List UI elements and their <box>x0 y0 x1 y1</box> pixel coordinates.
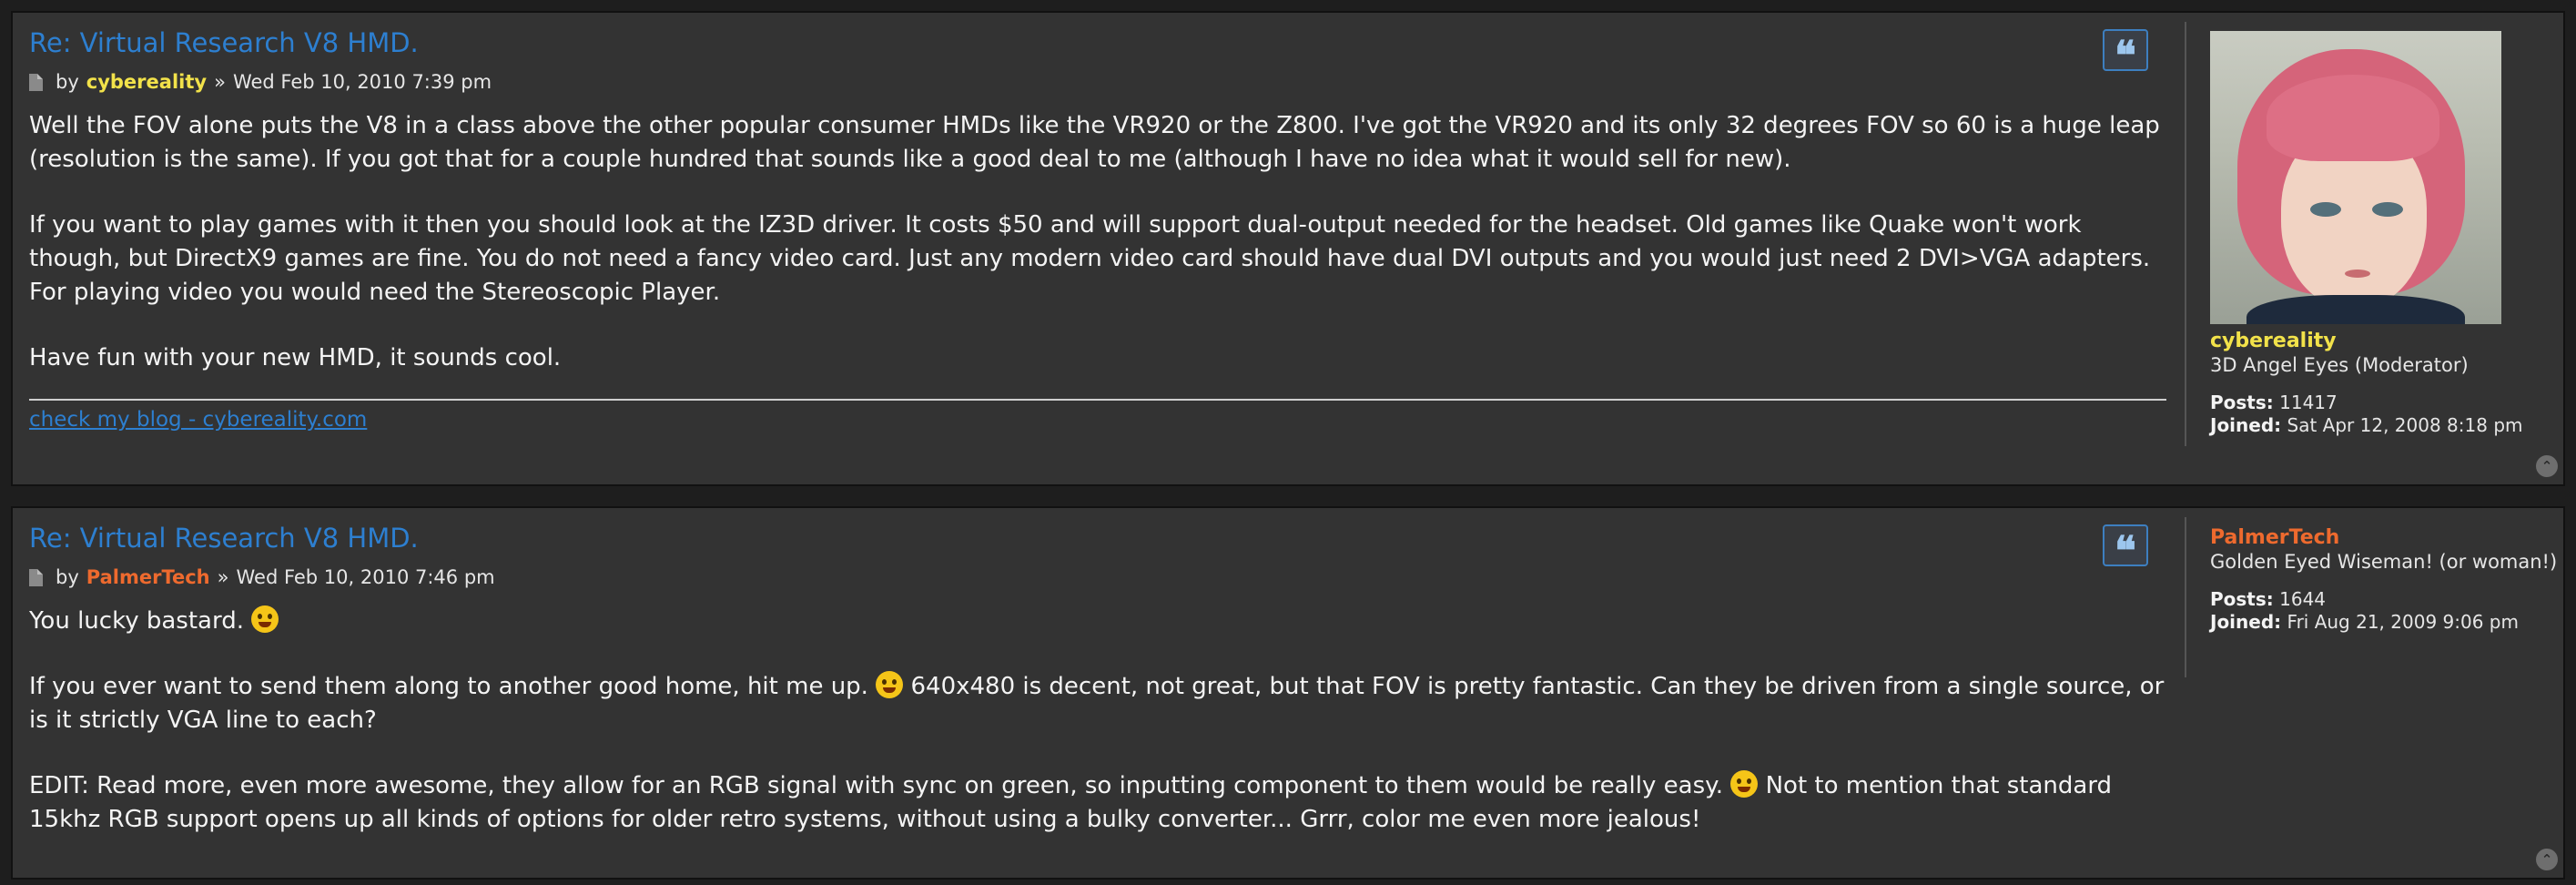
signature-divider <box>29 399 2166 401</box>
byline-by-label: by <box>56 71 79 93</box>
profile-rank: Golden Eyed Wiseman! (or woman!) <box>2210 551 2558 573</box>
author-profile: cybereality 3D Angel Eyes (Moderator) Po… <box>2185 22 2558 446</box>
post-palmertech: Re: Virtual Research V8 HMD. by PalmerTe… <box>11 506 2565 880</box>
paragraph-text: If you ever want to send them along to a… <box>29 673 868 700</box>
post-paragraph: If you ever want to send them along to a… <box>29 670 2166 738</box>
paragraph-text: You lucky bastard. <box>29 607 244 635</box>
profile-username-link[interactable]: PalmerTech <box>2210 526 2558 550</box>
byline-separator: » <box>214 71 226 93</box>
post-byline: by cybereality » Wed Feb 10, 2010 7:39 p… <box>29 69 2166 95</box>
posts-count: 1644 <box>2279 588 2327 610</box>
avatar[interactable] <box>2210 31 2501 324</box>
post-content: Well the FOV alone puts the V8 in a clas… <box>29 109 2166 375</box>
profile-stats: Posts: 1644 Joined: Fri Aug 21, 2009 9:0… <box>2210 588 2558 634</box>
post-title-link[interactable]: Re: Virtual Research V8 HMD. <box>29 521 2166 555</box>
post-paragraph: You lucky bastard. <box>29 605 2166 638</box>
author-link[interactable]: cybereality <box>86 69 207 95</box>
profile-rank: 3D Angel Eyes (Moderator) <box>2210 354 2469 376</box>
wink-smiley-icon <box>876 671 904 698</box>
post-body: Re: Virtual Research V8 HMD. by PalmerTe… <box>29 521 2166 837</box>
author-profile: PalmerTech Golden Eyed Wiseman! (or woma… <box>2185 517 2558 677</box>
quote-button[interactable]: ❝ <box>2103 524 2148 572</box>
profile-username-link[interactable]: cybereality <box>2210 330 2558 353</box>
joined-date: Fri Aug 21, 2009 9:06 pm <box>2287 611 2519 633</box>
quote-icon: ❝ <box>2115 528 2136 575</box>
post-paragraph: If you want to play games with it then y… <box>29 211 2151 306</box>
quote-icon: ❝ <box>2115 33 2136 79</box>
post-content: You lucky bastard. If you ever want to s… <box>29 605 2166 837</box>
quote-button[interactable]: ❝ <box>2103 29 2148 76</box>
joined-label: Joined: <box>2210 611 2282 633</box>
post-byline: by PalmerTech » Wed Feb 10, 2010 7:46 pm <box>29 565 2166 590</box>
back-to-top-glyph: ⌃ <box>2541 851 2553 868</box>
post-paragraph: Have fun with your new HMD, it sounds co… <box>29 344 562 371</box>
post-title-link[interactable]: Re: Virtual Research V8 HMD. <box>29 25 2166 60</box>
joined-date: Sat Apr 12, 2008 8:18 pm <box>2287 414 2523 436</box>
laughing-smiley-icon <box>1730 770 1759 798</box>
post-icon <box>29 73 43 91</box>
byline-separator: » <box>217 566 229 588</box>
byline-by-label: by <box>56 566 79 588</box>
author-link[interactable]: PalmerTech <box>86 565 210 590</box>
back-to-top-glyph: ⌃ <box>2541 458 2553 474</box>
paragraph-text: EDIT: Read more, even more awesome, they… <box>29 772 1724 799</box>
post-date: Wed Feb 10, 2010 7:39 pm <box>232 71 492 93</box>
joined-label: Joined: <box>2210 414 2282 436</box>
post-paragraph: EDIT: Read more, even more awesome, they… <box>29 769 2166 837</box>
post-paragraph: Well the FOV alone puts the V8 in a clas… <box>29 112 2160 173</box>
post-date: Wed Feb 10, 2010 7:46 pm <box>236 566 495 588</box>
post-cybereality: Re: Virtual Research V8 HMD. by cybereal… <box>11 11 2565 486</box>
post-body: Re: Virtual Research V8 HMD. by cybereal… <box>29 25 2166 432</box>
back-to-top-icon[interactable]: ⌃ <box>2536 849 2558 870</box>
profile-stats: Posts: 11417 Joined: Sat Apr 12, 2008 8:… <box>2210 392 2558 437</box>
signature-link[interactable]: check my blog - cybereality.com <box>29 408 367 432</box>
back-to-top-icon[interactable]: ⌃ <box>2536 455 2558 477</box>
posts-count: 11417 <box>2279 392 2338 413</box>
posts-count-label: Posts: <box>2210 588 2274 610</box>
grinning-smiley-icon <box>251 605 279 633</box>
post-icon <box>29 568 43 586</box>
posts-count-label: Posts: <box>2210 392 2274 413</box>
